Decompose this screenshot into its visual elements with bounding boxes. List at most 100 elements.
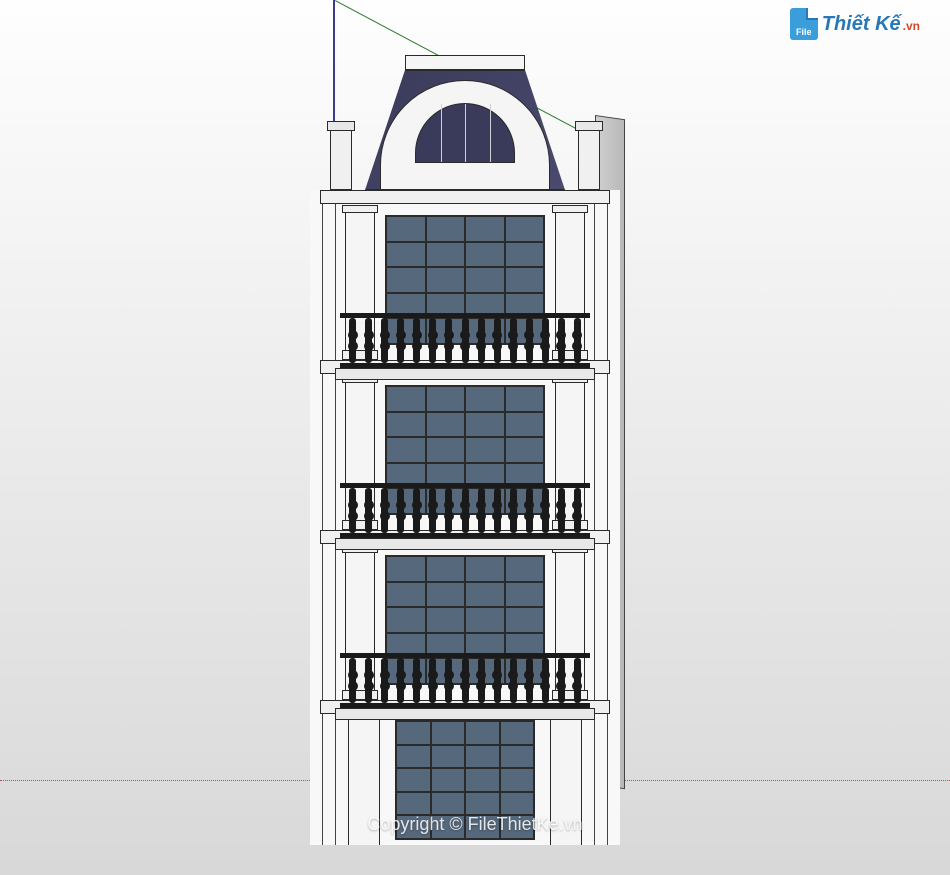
logo-icon-label: File bbox=[796, 27, 812, 37]
baluster bbox=[526, 318, 533, 363]
window-pane bbox=[505, 437, 545, 463]
window-pane bbox=[426, 582, 466, 608]
balcony bbox=[340, 313, 590, 368]
window-pane bbox=[396, 792, 431, 816]
window-pane bbox=[505, 607, 545, 633]
baluster bbox=[429, 488, 436, 533]
pilaster bbox=[322, 544, 336, 700]
column-cap bbox=[552, 205, 588, 213]
window-pane bbox=[465, 721, 500, 745]
window-pane bbox=[426, 267, 466, 293]
pillar-cap bbox=[575, 121, 603, 131]
baluster bbox=[462, 658, 469, 703]
sketchup-viewport[interactable]: File Thiết Kế .vn Copyright © FileThietK… bbox=[0, 0, 950, 875]
baluster bbox=[413, 318, 420, 363]
window-mullion bbox=[465, 104, 466, 162]
baluster bbox=[478, 318, 485, 363]
pilaster bbox=[594, 374, 608, 530]
window-pane bbox=[465, 556, 505, 582]
baluster bbox=[542, 318, 549, 363]
balcony-base bbox=[335, 368, 595, 380]
window-pane bbox=[465, 768, 500, 792]
baluster bbox=[558, 488, 565, 533]
balcony bbox=[340, 483, 590, 538]
watermark-logo: File Thiết Kế .vn bbox=[790, 8, 920, 40]
copyright-text: Copyright © FileThietKe.vn bbox=[367, 814, 582, 835]
window-pane bbox=[426, 437, 466, 463]
balusters bbox=[340, 488, 590, 533]
window-pane bbox=[500, 792, 535, 816]
window-pane bbox=[465, 792, 500, 816]
baluster bbox=[558, 318, 565, 363]
window-pane bbox=[386, 582, 426, 608]
pilaster bbox=[322, 714, 336, 845]
window-pane bbox=[396, 745, 431, 769]
window-pane bbox=[431, 721, 466, 745]
window-pane bbox=[500, 745, 535, 769]
baluster bbox=[558, 658, 565, 703]
window-pane bbox=[426, 556, 466, 582]
column-cap bbox=[342, 205, 378, 213]
window-mullion bbox=[490, 104, 491, 162]
baluster bbox=[494, 488, 501, 533]
baluster bbox=[445, 318, 452, 363]
window-pane bbox=[500, 721, 535, 745]
baluster bbox=[510, 488, 517, 533]
window-pane bbox=[426, 412, 466, 438]
balusters bbox=[340, 318, 590, 363]
baluster bbox=[413, 488, 420, 533]
baluster bbox=[510, 318, 517, 363]
baluster bbox=[349, 658, 356, 703]
pilaster bbox=[322, 204, 336, 360]
pilaster bbox=[594, 714, 608, 845]
window-pane bbox=[431, 745, 466, 769]
file-icon: File bbox=[790, 8, 818, 40]
building-model[interactable] bbox=[310, 55, 620, 795]
baluster bbox=[462, 318, 469, 363]
axis-x-red bbox=[0, 780, 350, 781]
baluster bbox=[349, 488, 356, 533]
baluster bbox=[462, 488, 469, 533]
floor-4 bbox=[310, 190, 620, 360]
baluster bbox=[542, 488, 549, 533]
window-pane bbox=[386, 216, 426, 242]
window-pane bbox=[505, 242, 545, 268]
window-pane bbox=[386, 437, 426, 463]
baluster bbox=[494, 658, 501, 703]
window-pane bbox=[386, 242, 426, 268]
baluster bbox=[429, 318, 436, 363]
crown-pillar-left bbox=[330, 130, 352, 190]
window-pane bbox=[386, 412, 426, 438]
baluster bbox=[365, 318, 372, 363]
window-pane bbox=[465, 216, 505, 242]
baluster bbox=[365, 488, 372, 533]
baluster bbox=[526, 658, 533, 703]
window-pane bbox=[465, 582, 505, 608]
window-pane bbox=[500, 768, 535, 792]
pilaster bbox=[322, 374, 336, 530]
window-pane bbox=[431, 792, 466, 816]
window-pane bbox=[465, 607, 505, 633]
logo-text: Thiết Kế .vn bbox=[822, 13, 920, 36]
baluster bbox=[445, 658, 452, 703]
window-pane bbox=[465, 437, 505, 463]
crown-pillar-right bbox=[578, 130, 600, 190]
window-pane bbox=[396, 768, 431, 792]
window-pane bbox=[465, 267, 505, 293]
baluster bbox=[381, 658, 388, 703]
baluster bbox=[381, 488, 388, 533]
balcony-base bbox=[335, 708, 595, 720]
window-pane bbox=[465, 745, 500, 769]
floor-slab bbox=[320, 190, 610, 204]
baluster bbox=[349, 318, 356, 363]
baluster bbox=[381, 318, 388, 363]
baluster bbox=[494, 318, 501, 363]
axis-x-red-right bbox=[620, 780, 950, 781]
window-pane bbox=[505, 216, 545, 242]
window-pane bbox=[386, 556, 426, 582]
baluster bbox=[542, 658, 549, 703]
window-pane bbox=[426, 216, 466, 242]
baluster bbox=[478, 488, 485, 533]
window-pane bbox=[431, 768, 466, 792]
window-pane bbox=[505, 582, 545, 608]
